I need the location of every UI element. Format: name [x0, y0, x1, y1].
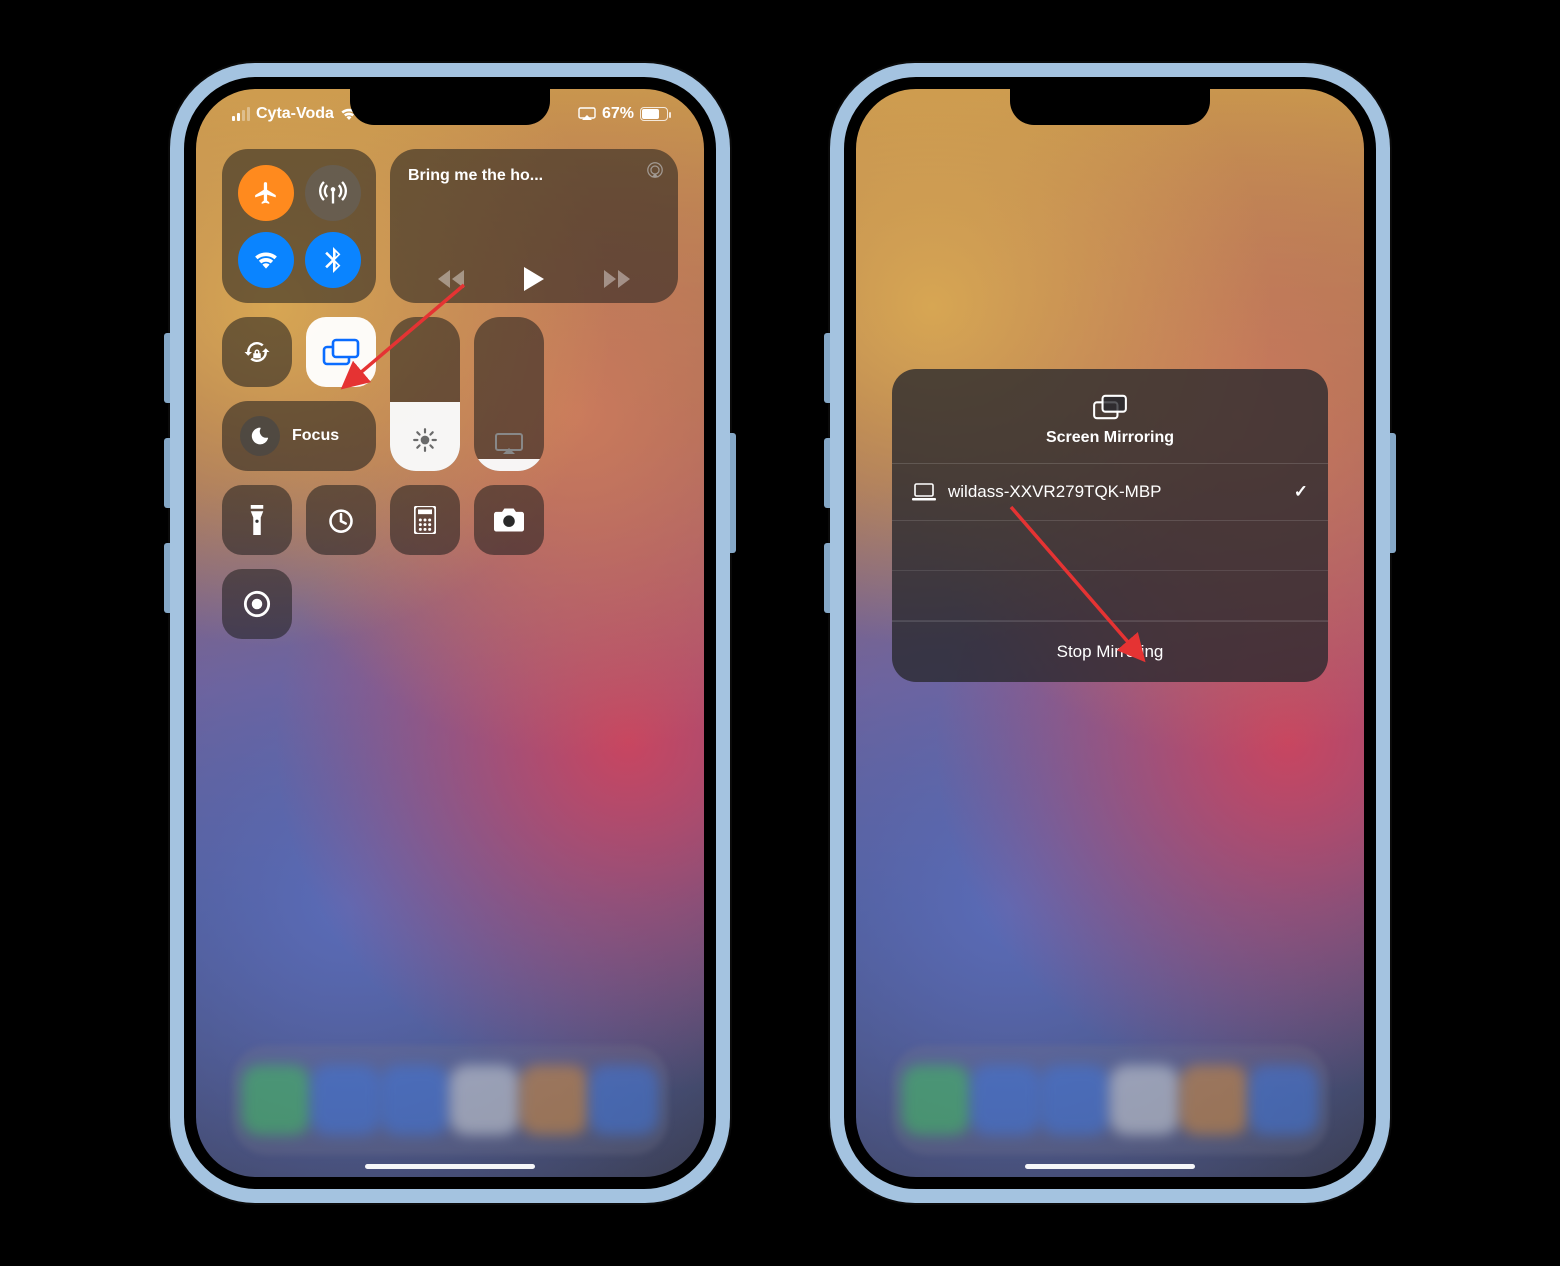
play-button[interactable]	[523, 267, 545, 291]
control-center: Bring me the ho...	[222, 149, 678, 639]
lock-rotation-icon	[242, 337, 272, 367]
iphone-frame-left: Cyta-Voda 67%	[170, 63, 730, 1203]
cellular-signal-icon	[232, 107, 250, 121]
airplay-icon	[646, 161, 664, 179]
mirroring-device-row[interactable]: wildass-XXVR279TQK-MBP ✓	[892, 463, 1328, 521]
bluetooth-toggle[interactable]	[305, 232, 361, 288]
connectivity-group[interactable]	[222, 149, 376, 303]
battery-pct-label: 67%	[602, 105, 634, 123]
airplay-volume-icon	[494, 433, 524, 453]
dock-ghost	[232, 1045, 669, 1155]
media-tile[interactable]: Bring me the ho...	[390, 149, 678, 303]
rewind-button[interactable]	[438, 270, 464, 288]
screen-right: Screen Mirroring wildass-XXVR279TQK-MBP …	[844, 77, 1376, 1189]
sheet-spacer	[892, 571, 1328, 621]
wifi-toggle[interactable]	[238, 232, 294, 288]
timer-button[interactable]	[306, 485, 376, 555]
forward-button[interactable]	[604, 270, 630, 288]
moon-icon	[240, 416, 280, 456]
device-name: wildass-XXVR279TQK-MBP	[948, 482, 1162, 502]
home-indicator	[1025, 1164, 1195, 1169]
volume-slider[interactable]	[474, 317, 544, 471]
battery-icon	[640, 107, 668, 121]
orientation-lock-tile[interactable]	[222, 317, 292, 387]
wifi-icon	[253, 250, 279, 270]
media-title: Bring me the ho...	[408, 167, 660, 185]
screen-record-button[interactable]	[222, 569, 292, 639]
sheet-spacer	[892, 521, 1328, 571]
timer-icon	[327, 506, 355, 534]
brightness-icon	[412, 427, 438, 453]
dock-ghost	[892, 1045, 1329, 1155]
cellular-data-toggle[interactable]	[305, 165, 361, 221]
notch	[350, 87, 550, 125]
screen-mirroring-sheet: Screen Mirroring wildass-XXVR279TQK-MBP …	[892, 369, 1328, 682]
screen-mirroring-tile[interactable]	[306, 317, 376, 387]
camera-button[interactable]	[474, 485, 544, 555]
airplane-icon	[253, 180, 279, 206]
sheet-header: Screen Mirroring	[892, 369, 1328, 463]
flashlight-icon	[248, 505, 266, 535]
flashlight-button[interactable]	[222, 485, 292, 555]
record-icon	[243, 590, 271, 618]
brightness-slider[interactable]	[390, 317, 460, 471]
screen-left: Cyta-Voda 67%	[184, 77, 716, 1189]
sheet-title: Screen Mirroring	[892, 429, 1328, 447]
camera-icon	[494, 508, 524, 532]
screen-mirroring-icon	[321, 337, 361, 367]
carrier-label: Cyta-Voda	[256, 105, 334, 123]
bluetooth-icon	[325, 247, 341, 273]
focus-tile[interactable]: Focus	[222, 401, 376, 471]
screen-mirroring-icon	[892, 393, 1328, 421]
laptop-icon	[912, 483, 936, 501]
airplane-toggle[interactable]	[238, 165, 294, 221]
check-icon: ✓	[1294, 482, 1308, 502]
antenna-icon	[319, 179, 347, 207]
focus-label: Focus	[292, 427, 339, 445]
screen-mirror-status-icon	[578, 107, 596, 121]
stop-mirroring-button[interactable]: Stop Mirroring	[892, 621, 1328, 682]
notch	[1010, 87, 1210, 125]
stop-mirroring-label: Stop Mirroring	[1057, 642, 1164, 661]
iphone-frame-right: Screen Mirroring wildass-XXVR279TQK-MBP …	[830, 63, 1390, 1203]
calculator-icon	[414, 506, 436, 534]
calculator-button[interactable]	[390, 485, 460, 555]
home-indicator	[365, 1164, 535, 1169]
